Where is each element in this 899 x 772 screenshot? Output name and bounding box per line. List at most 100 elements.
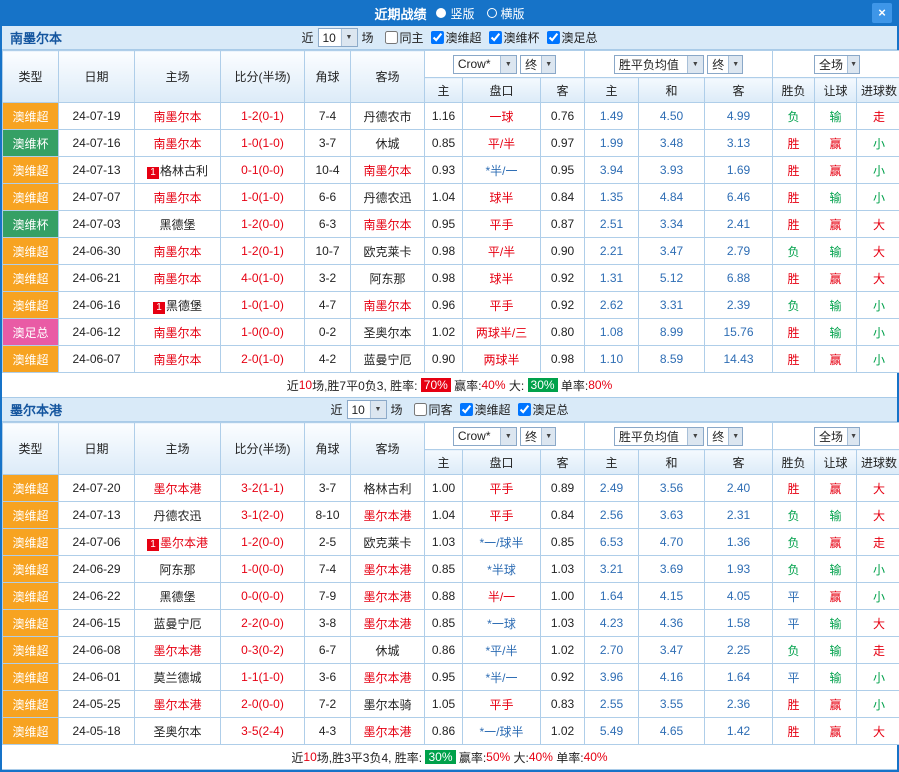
eu-away-odds: 6.88 xyxy=(705,265,773,292)
corners: 0-2 xyxy=(305,319,351,346)
ah-away-odds: 0.85 xyxy=(541,529,585,556)
filter-label: 澳足总 xyxy=(562,29,598,46)
eu-home-odds: 2.21 xyxy=(585,238,639,265)
home-team-name: 莫兰德城 xyxy=(153,671,201,685)
radio-horizontal-layout[interactable]: 横版 xyxy=(487,5,525,22)
scope-select[interactable]: 全场▼ xyxy=(814,55,860,74)
ah-away-odds: 0.95 xyxy=(541,157,585,184)
home-team-name: 丹德农迅 xyxy=(153,509,201,523)
filter-option[interactable]: 澳维超 xyxy=(460,401,511,418)
handicap-line: 球半 xyxy=(463,265,541,292)
goals-result: 大 xyxy=(857,502,899,529)
final-odds-select[interactable]: 终▼ xyxy=(520,55,556,74)
eu-away-odds: 1.93 xyxy=(705,556,773,583)
final-odds-select[interactable]: 终▼ xyxy=(520,427,556,446)
eu-home-odds: 2.49 xyxy=(585,475,639,502)
corners: 6-7 xyxy=(305,637,351,664)
filter-checkbox-group: 同主澳维超澳维杯 澳足总 xyxy=(377,29,597,46)
filter-checkbox[interactable] xyxy=(489,31,502,44)
wdl-average-select[interactable]: 胜平负均值▼ xyxy=(614,55,704,74)
col-header-eu-away: 客 xyxy=(705,78,773,103)
eu-home-odds: 3.21 xyxy=(585,556,639,583)
filter-option[interactable]: 澳维超 xyxy=(431,29,482,46)
filter-option[interactable]: 澳足总 xyxy=(518,401,569,418)
match-result: 负 xyxy=(773,238,815,265)
match-row: 澳维超24-07-061墨尔本港1-2(0-0)2-5欧克莱卡1.03*一/球半… xyxy=(3,529,899,556)
match-date: 24-07-03 xyxy=(59,211,135,238)
col-header-ah-away: 客 xyxy=(541,78,585,103)
chevron-down-icon: ▼ xyxy=(687,56,703,73)
filter-checkbox[interactable] xyxy=(413,403,426,416)
filter-checkbox[interactable] xyxy=(518,403,531,416)
away-team: 欧克莱卡 xyxy=(351,529,425,556)
eu-away-odds: 2.31 xyxy=(705,502,773,529)
radio-icon[interactable] xyxy=(487,8,497,18)
close-icon[interactable]: × xyxy=(872,3,892,23)
league-tag: 澳维超 xyxy=(3,184,59,211)
scope-controls: 全场▼ xyxy=(773,423,899,450)
win-rate-badge: 30% xyxy=(425,750,455,764)
eu-draw-odds: 3.55 xyxy=(639,691,705,718)
filter-checkbox[interactable] xyxy=(547,31,560,44)
eu-home-odds: 1.99 xyxy=(585,130,639,157)
ah-home-odds: 1.16 xyxy=(425,103,463,130)
home-team-name: 黑德堡 xyxy=(166,299,202,313)
eu-draw-odds: 4.16 xyxy=(639,664,705,691)
summary-text: 50% xyxy=(486,750,510,764)
summary-text: 80% xyxy=(588,378,612,392)
odds-company-select[interactable]: Crow*▼ xyxy=(453,427,517,446)
col-header-eu-draw: 和 xyxy=(639,78,705,103)
recent-count-select[interactable]: 10 ▼ xyxy=(346,400,386,419)
filter-checkbox[interactable] xyxy=(384,31,397,44)
recent-count-select[interactable]: 10 ▼ xyxy=(317,28,357,47)
filter-checkbox[interactable] xyxy=(431,31,444,44)
filter-option[interactable]: 澳维杯 xyxy=(489,29,540,46)
handicap-line: 平手 xyxy=(463,211,541,238)
goals-result: 小 xyxy=(857,292,899,319)
corners: 4-2 xyxy=(305,346,351,373)
wdl-average-select[interactable]: 胜平负均值▼ xyxy=(614,427,704,446)
filter-option[interactable]: 同客 xyxy=(413,401,452,418)
final-euro-select[interactable]: 终▼ xyxy=(707,55,743,74)
eu-draw-odds: 4.84 xyxy=(639,184,705,211)
goals-result: 小 xyxy=(857,319,899,346)
ah-home-odds: 1.05 xyxy=(425,691,463,718)
ah-away-odds: 0.80 xyxy=(541,319,585,346)
handicap-result: 赢 xyxy=(815,346,857,373)
home-team: 南墨尔本 xyxy=(135,265,221,292)
radio-icon[interactable] xyxy=(436,8,446,18)
eu-away-odds: 3.13 xyxy=(705,130,773,157)
home-team: 南墨尔本 xyxy=(135,346,221,373)
home-team: 1格林古利 xyxy=(135,157,221,184)
corners: 10-4 xyxy=(305,157,351,184)
eu-draw-odds: 4.70 xyxy=(639,529,705,556)
match-date: 24-07-20 xyxy=(59,475,135,502)
eu-draw-odds: 8.99 xyxy=(639,319,705,346)
eu-draw-odds: 3.93 xyxy=(639,157,705,184)
filter-checkbox[interactable] xyxy=(460,403,473,416)
scope-select[interactable]: 全场▼ xyxy=(814,427,860,446)
radio-vertical-layout[interactable]: 竖版 xyxy=(436,5,474,22)
handicap-odds-controls: Crow*▼ 终▼ xyxy=(425,423,585,450)
match-date: 24-06-08 xyxy=(59,637,135,664)
handicap-line: *平/半 xyxy=(463,637,541,664)
eu-draw-odds: 4.50 xyxy=(639,103,705,130)
titlebar: 近期战绩 竖版 横版 × xyxy=(2,0,897,26)
handicap-result: 输 xyxy=(815,637,857,664)
final-euro-select[interactable]: 终▼ xyxy=(707,427,743,446)
eu-draw-odds: 4.36 xyxy=(639,610,705,637)
recent-results-window: 近期战绩 竖版 横版 × 南墨尔本 近 10 ▼ 场 同主澳维超澳维杯澳足总 xyxy=(0,0,899,772)
eu-home-odds: 2.62 xyxy=(585,292,639,319)
filter-option[interactable]: 澳足总 xyxy=(547,29,598,46)
away-team: 墨尔本港 xyxy=(351,556,425,583)
section-header-melbourne-port: 墨尔本港 近 10 ▼ 场 同客澳维超澳足总 xyxy=(2,398,897,422)
filter-option[interactable]: 同主 xyxy=(384,29,423,46)
goals-result: 大 xyxy=(857,265,899,292)
eu-draw-odds: 3.31 xyxy=(639,292,705,319)
match-row: 澳维超24-06-30南墨尔本1-2(0-1)10-7欧克莱卡0.98平/半0.… xyxy=(3,238,899,265)
match-result: 胜 xyxy=(773,184,815,211)
odds-company-select[interactable]: Crow*▼ xyxy=(453,55,517,74)
eu-away-odds: 1.42 xyxy=(705,718,773,745)
away-team: 墨尔本港 xyxy=(351,502,425,529)
home-team-name: 黑德堡 xyxy=(159,218,195,232)
